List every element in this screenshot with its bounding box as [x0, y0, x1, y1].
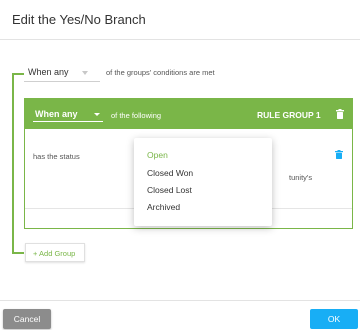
- dialog-header: Edit the Yes/No Branch: [0, 0, 360, 40]
- dropdown-option-closed-won[interactable]: Closed Won: [147, 168, 193, 178]
- dropdown-option-closed-lost[interactable]: Closed Lost: [147, 185, 192, 195]
- trash-icon[interactable]: [336, 109, 344, 119]
- chevron-down-icon: [94, 113, 100, 116]
- dialog-title: Edit the Yes/No Branch: [12, 12, 146, 27]
- cancel-button-label: Cancel: [13, 314, 41, 324]
- ok-button[interactable]: OK: [310, 309, 358, 329]
- rule-field-label: has the status: [33, 152, 80, 161]
- status-dropdown-menu: Open Closed Won Closed Lost Archived: [134, 138, 272, 226]
- outer-match-value: When any: [28, 67, 69, 77]
- cancel-button[interactable]: Cancel: [3, 309, 51, 329]
- rule-group-match-value: When any: [35, 109, 78, 119]
- dropdown-option-archived[interactable]: Archived: [147, 202, 180, 212]
- dropdown-option-open[interactable]: Open: [147, 150, 168, 160]
- rule-value-text: tunity's: [289, 173, 313, 182]
- ok-button-label: OK: [327, 314, 341, 324]
- group-connector-bottom: [12, 252, 24, 254]
- add-group-button[interactable]: + Add Group: [25, 243, 85, 262]
- group-connector-top: [12, 73, 24, 75]
- rule-group-header: When any of the following RULE GROUP 1: [25, 99, 352, 129]
- rule-group-title: RULE GROUP 1: [257, 110, 321, 120]
- footer-divider: [0, 300, 360, 301]
- outer-match-select[interactable]: When any: [24, 64, 100, 82]
- group-connector-line: [12, 73, 14, 253]
- chevron-down-icon: [82, 71, 88, 75]
- rule-group-match-suffix: of the following: [111, 111, 162, 120]
- trash-icon[interactable]: [335, 150, 343, 159]
- outer-match-suffix: of the groups' conditions are met: [106, 68, 215, 77]
- rule-group-match-select[interactable]: When any: [33, 106, 103, 122]
- add-group-label: + Add Group: [33, 249, 76, 258]
